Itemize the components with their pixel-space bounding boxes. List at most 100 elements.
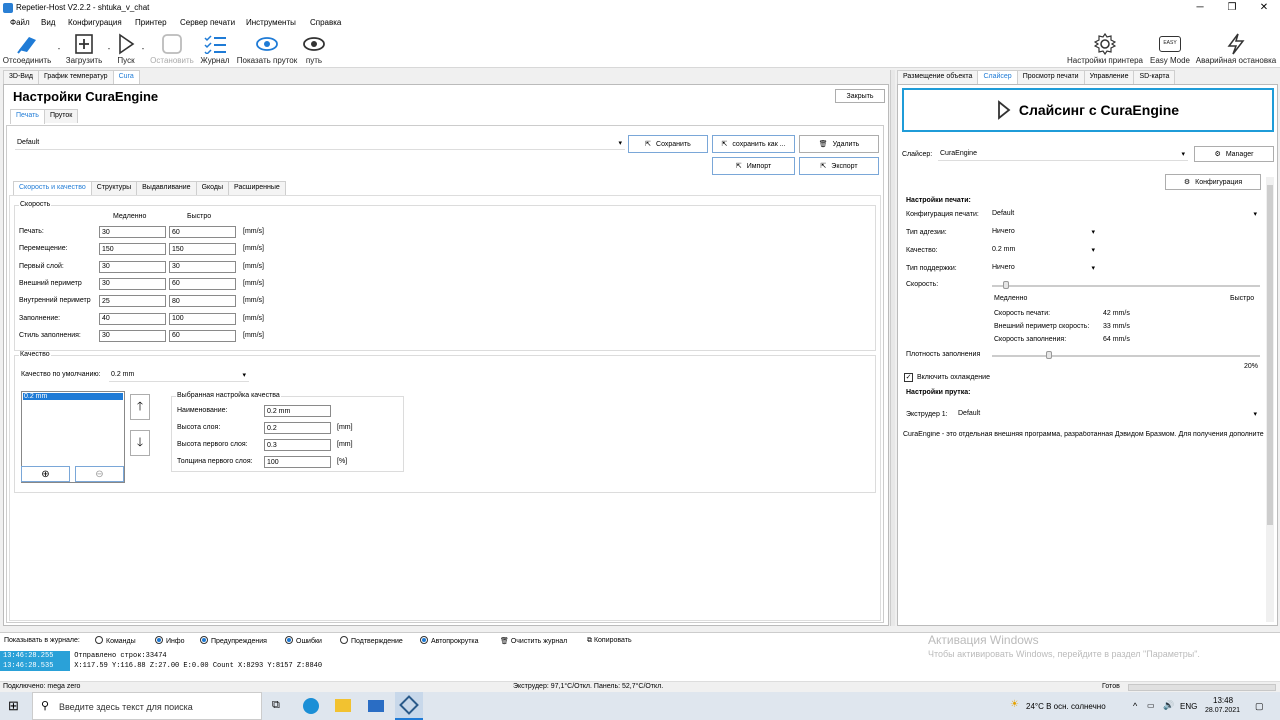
tab-object-placement[interactable]: Размещение объекта [897,70,979,84]
edge-icon[interactable] [303,698,319,714]
menu-help[interactable]: Справка [310,18,341,27]
maximize-icon[interactable]: ❐ [1216,0,1248,16]
speed-fast-field[interactable] [169,226,236,238]
mail-icon[interactable] [368,700,384,712]
menu-config[interactable]: Конфигурация [68,18,122,27]
quality-list-item[interactable]: 0.2 mm [23,393,123,400]
clock-date[interactable]: 28.07.2021 [1205,707,1240,714]
support-select[interactable]: Ничего [990,263,1098,275]
speed-fast-field[interactable] [169,277,236,290]
speed-fast-field[interactable] [169,295,236,308]
save-button[interactable]: ⇱ Сохранить [628,135,708,153]
tab-temperature-graph[interactable]: График температур [37,70,114,84]
speed-slider-thumb[interactable] [1002,281,1009,289]
first-layer-width-field[interactable] [264,456,331,468]
log-autoscroll-radio[interactable]: Автопрокрутка [420,636,479,645]
scrollbar-thumb[interactable] [1267,185,1273,525]
task-view-icon[interactable]: ⧉ [272,699,280,712]
adhesion-select[interactable]: Ничего [990,227,1098,239]
speed-fast-field[interactable] [169,312,236,325]
load-button[interactable]: Загрузить [64,32,104,65]
clock-time[interactable]: 13:48 [1213,696,1233,705]
cooling-checkbox[interactable]: ✓ [904,373,913,382]
tab-gcodes[interactable]: Gкоды [195,181,230,195]
log-warnings-radio[interactable]: Предупреждения [200,636,267,645]
minimize-icon[interactable]: ─ [1184,0,1216,16]
menu-file[interactable]: Файл [10,18,30,27]
speed-slow-field[interactable] [99,295,166,308]
start-dropdown[interactable]: - [140,44,146,53]
import-button[interactable]: ⇱ Импорт [712,157,795,175]
slicer-select[interactable]: CuraEngine [938,149,1188,161]
scrollbar[interactable] [1266,177,1274,622]
quality-select[interactable]: 0.2 mm [990,245,1098,257]
speed-fast-field[interactable] [169,243,236,256]
tab-extrusion[interactable]: Выдавливание [136,181,197,195]
print-config-select[interactable]: Default [990,209,1260,221]
tab-print-preview[interactable]: Просмотр печати [1016,70,1085,84]
tab-sd-card[interactable]: SD-карта [1133,70,1176,84]
stop-button[interactable]: Остановить [148,32,196,65]
density-slider-track[interactable] [992,355,1260,357]
start-button[interactable]: Пуск [114,32,138,65]
extruder-select[interactable]: Default [956,409,1260,421]
tab-manual-control[interactable]: Управление [1083,70,1135,84]
emergency-stop-button[interactable]: Аварийная остановка [1194,32,1278,65]
quality-name-field[interactable] [264,405,331,417]
tab-advanced[interactable]: Расширенные [228,181,286,195]
tray-chevron-icon[interactable]: ^ [1133,701,1137,711]
move-down-button[interactable]: 🡓 [130,430,150,456]
speed-slow-field[interactable] [99,243,166,256]
close-icon[interactable]: ✕ [1248,0,1280,16]
speed-fast-field[interactable] [169,260,236,273]
tab-print[interactable]: Печать [10,109,45,124]
slice-button[interactable]: Слайсинг с CuraEngine [902,88,1274,132]
log-confirmations-radio[interactable]: Подтверждение [340,636,403,645]
log-button[interactable]: Журнал [198,32,232,65]
default-quality-select[interactable]: 0.2 mm [109,370,249,382]
tab-cura[interactable]: Cura [112,70,140,85]
show-filament-button[interactable]: Показать пруток [234,32,300,65]
profile-select[interactable]: Default [15,138,625,150]
taskbar-search[interactable]: ⚲ Введите здесь текст для поиска [32,692,262,720]
speed-slow-field[interactable] [99,277,166,290]
weather-text[interactable]: 24°C В осн. солнечно [1026,702,1106,711]
volume-icon[interactable]: 🔊 [1163,700,1174,711]
close-button[interactable]: Закрыть [835,89,885,103]
speed-slider-track[interactable] [992,285,1260,287]
speed-slow-field[interactable] [99,226,166,238]
network-icon[interactable]: ▭ [1147,701,1155,710]
log-errors-radio[interactable]: Ошибки [285,636,322,645]
printer-settings-button[interactable]: Настройки принтера [1064,32,1146,65]
disconnect-dropdown[interactable]: - [56,44,62,53]
menu-tools[interactable]: Инструменты [246,18,296,27]
tab-speed-quality[interactable]: Скорость и качество [13,181,92,196]
first-layer-height-field[interactable] [264,439,331,451]
menu-print-server[interactable]: Сервер печати [180,18,235,27]
tab-slicer[interactable]: Слайсер [977,70,1018,85]
speed-slow-field[interactable] [99,312,166,325]
add-quality-button[interactable]: ⊕ [21,466,70,482]
speed-slow-field[interactable] [99,329,166,342]
density-slider-thumb[interactable] [1045,351,1052,359]
remove-quality-button[interactable]: ⊖ [75,466,124,482]
tab-3d-view[interactable]: 3D-Вид [3,70,39,84]
configuration-button[interactable]: ⚙ Конфигурация [1165,174,1261,190]
clear-log-button[interactable]: 🗑 Очистить журнал [500,637,567,645]
menu-printer[interactable]: Принтер [135,18,167,27]
move-up-button[interactable]: 🡑 [130,394,150,420]
export-button[interactable]: ⇱ Экспорт [799,157,879,175]
delete-button[interactable]: 🗑 Удалить [799,135,879,153]
tab-structures[interactable]: Структуры [90,181,138,195]
easy-mode-button[interactable]: EASY Easy Mode [1148,32,1192,65]
explorer-icon[interactable] [335,699,351,712]
speed-slow-field[interactable] [99,260,166,273]
manager-button[interactable]: ⚙ Manager [1194,146,1274,162]
layer-height-field[interactable] [264,422,331,434]
speed-fast-field[interactable] [169,329,236,342]
load-dropdown[interactable]: - [106,44,112,53]
windows-start-icon[interactable]: ⊞ [8,698,19,714]
notifications-icon[interactable]: ▢ [1255,701,1264,712]
panel-splitter[interactable] [890,70,895,626]
language-indicator[interactable]: ENG [1180,702,1197,711]
